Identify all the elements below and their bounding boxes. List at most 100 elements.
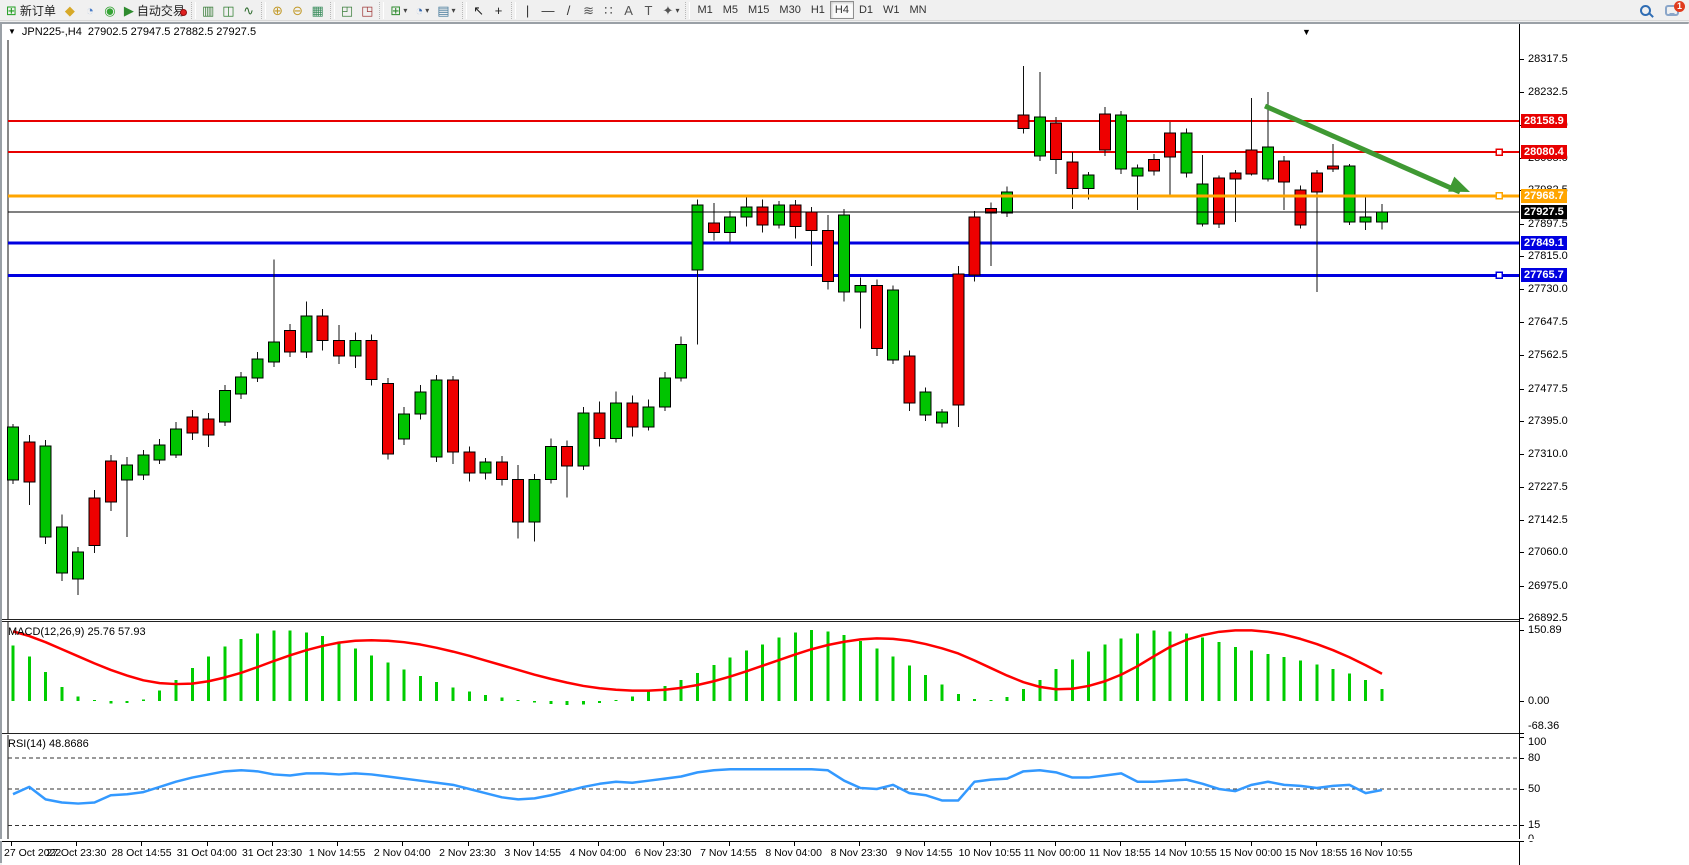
candle-13[interactable] [219,385,230,426]
candle-body [1311,173,1322,192]
time-axis-tick [76,842,77,846]
time-axis-tick [1120,842,1121,846]
period-button[interactable]: ◔▾ [411,1,433,19]
timeframe-w1-button[interactable]: W1 [878,1,905,19]
pivot-orange-anchor-handle[interactable] [1496,193,1502,199]
time-axis-tick [859,842,860,846]
candle-body [448,380,459,452]
time-axis[interactable]: 27 Oct 202227 Oct 23:3028 Oct 14:5531 Oc… [2,841,1519,865]
candle-body [757,207,768,225]
candle-body [464,452,475,473]
timeframe-d1-button[interactable]: D1 [854,1,878,19]
candle-body [24,442,35,482]
candle-body [431,380,442,457]
time-tick-label: 28 Oct 14:55 [111,847,171,859]
candle-72[interactable] [1181,129,1192,178]
candle-53[interactable] [871,280,882,356]
zoom-out-button[interactable]: ⊖ [288,1,308,19]
autotrade-icon: ▶ [124,4,134,17]
timeframe-h1-button[interactable]: H1 [806,1,830,19]
pivot-orange-price-chip: 27968.7 [1521,189,1567,203]
candle-body [138,455,149,475]
candle-body [1328,166,1339,169]
crosshair-button[interactable]: + [489,1,509,19]
candle-0[interactable] [8,424,19,484]
candle-body [1262,147,1273,179]
search-icon[interactable] [1640,5,1651,16]
chart-window: ▼ JPN225-,H4 27902.5 27947.5 27882.5 279… [0,22,1689,863]
new-chart-button[interactable]: ⊞▾ [386,1,411,19]
candle-22[interactable] [366,335,377,386]
zoom-in-button[interactable]: ⊕ [268,1,288,19]
plot-area: MACD(12,26,9) 25.76 57.93 RSI(14) 48.868… [2,24,1689,865]
shapes-button[interactable]: ✦▾ [659,1,684,19]
chart-shift-button[interactable]: ◳ [357,1,377,19]
main-price-chart[interactable] [2,40,1519,619]
label-tool-button[interactable]: T [639,1,659,19]
candle-body [888,290,899,360]
candle-54[interactable] [888,286,899,364]
template-button[interactable]: ▤▾ [433,1,459,19]
candle-35[interactable] [578,407,589,470]
candle-74[interactable] [1214,176,1225,228]
chat-icon[interactable]: 1 [1665,5,1679,16]
resistance-2-anchor-handle[interactable] [1496,149,1502,155]
macd-panel-chart[interactable] [2,622,1519,733]
chart-shift-icon: ◳ [361,4,373,17]
zoom-out-icon: ⊖ [292,4,303,17]
timeframe-m1-button[interactable]: M1 [692,1,717,19]
timeframe-mn-button[interactable]: MN [905,1,932,19]
candle-47[interactable] [773,201,784,228]
vline-button[interactable]: | [518,1,538,19]
tile-windows-button[interactable]: ▦ [308,1,328,19]
time-tick-label: 1 Nov 14:55 [309,847,366,859]
candle-2[interactable] [40,440,51,544]
candle-79[interactable] [1295,186,1306,229]
publisher-button[interactable]: ◔ [80,1,100,19]
price-tick-label: 27562.5 [1528,349,1568,361]
timeframe-m5-button[interactable]: M5 [718,1,743,19]
timeframe-h4-button[interactable]: H4 [830,1,854,19]
macd-tick-label: 150.89 [1528,624,1562,636]
new-order-button[interactable]: ⊞新订单 [2,1,60,19]
support-2-anchor-handle[interactable] [1496,272,1502,278]
candle-body [1214,178,1225,224]
fibonacci-button[interactable]: ≋ [579,1,599,19]
candle-68[interactable] [1116,111,1127,174]
price-axis[interactable]: 28317.528232.528150.028065.027982.527897… [1519,24,1689,865]
hline-button[interactable]: — [538,1,559,19]
bucket-button[interactable]: ◆ [60,1,80,19]
candle-40[interactable] [659,372,670,411]
candle-body [790,205,801,227]
cursor-button[interactable]: ↖ [469,1,489,19]
time-tick-label: 11 Nov 18:55 [1089,847,1151,859]
time-tick-label: 4 Nov 04:00 [570,847,627,859]
bar-chart-button[interactable]: ▥ [198,1,218,19]
auto-scroll-button[interactable]: ◰ [337,1,357,19]
candle-body [252,359,263,378]
candle-67[interactable] [1099,107,1110,156]
candle-27[interactable] [448,376,459,464]
candle-23[interactable] [382,378,393,460]
new-order-label: 新订单 [20,2,56,19]
trendline-button[interactable]: / [559,1,579,19]
time-tick-label: 2 Nov 23:30 [439,847,496,859]
grid-tool-button[interactable]: ∷ [599,1,619,19]
candle-chart-button[interactable]: ◫ [218,1,238,19]
candle-59[interactable] [969,211,980,282]
text-tool-button[interactable]: A [619,1,639,19]
timeframe-m15-button[interactable]: M15 [743,1,774,19]
signals-button[interactable]: ◉ [100,1,120,19]
line-chart-button[interactable]: ∿ [239,1,259,19]
candle-5[interactable] [89,490,100,553]
rsi-tick-label: 50 [1528,783,1540,795]
toolbar-separator [191,2,196,19]
candle-26[interactable] [431,375,442,462]
rsi-panel-chart[interactable] [2,735,1519,841]
candle-55[interactable] [904,350,915,411]
candle-51[interactable] [839,209,850,301]
timeframe-m30-button[interactable]: M30 [774,1,805,19]
autotrade-button[interactable]: ▶自动交易 [120,1,189,19]
toolbar-separator [511,2,516,19]
candle-58[interactable] [953,266,964,427]
